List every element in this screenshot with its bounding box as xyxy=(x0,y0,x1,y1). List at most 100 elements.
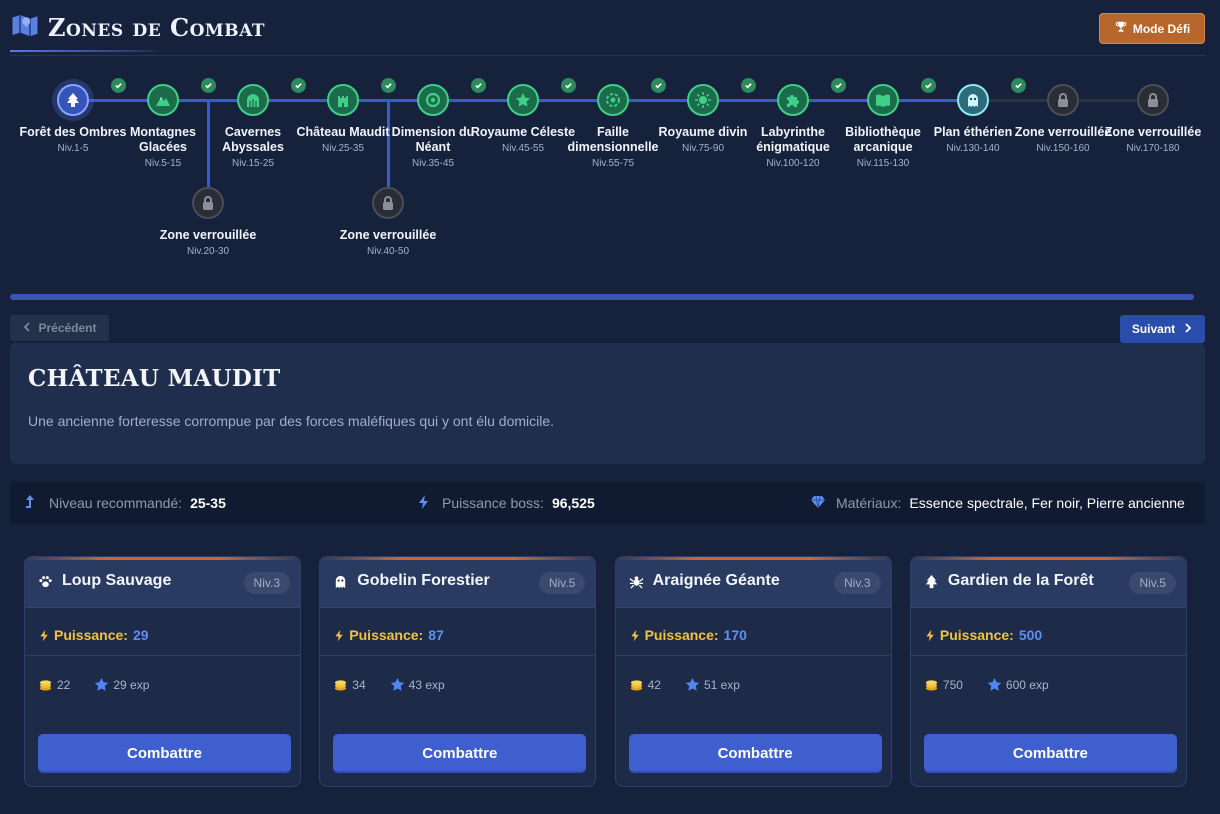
zone-node-10[interactable] xyxy=(957,84,989,116)
zone-node-0[interactable] xyxy=(57,84,89,116)
power-label: Puissance: xyxy=(349,627,424,643)
gold-reward: 22 xyxy=(57,677,71,692)
check-icon xyxy=(920,78,936,93)
level-up-icon xyxy=(23,494,49,513)
gold-reward: 750 xyxy=(942,677,963,692)
power-value: 87 xyxy=(428,627,444,643)
next-button[interactable]: Suivant xyxy=(1120,315,1205,343)
portal-icon xyxy=(425,92,441,108)
power-label: Puissance: xyxy=(54,627,128,643)
card-accent xyxy=(910,557,1186,560)
gold-reward: 42 xyxy=(647,677,661,692)
check-icon xyxy=(200,78,216,93)
paw-icon xyxy=(38,574,62,589)
zone-node-5[interactable] xyxy=(507,84,539,116)
power-label: Puissance: xyxy=(939,627,1014,643)
star-icon xyxy=(515,92,531,108)
power-value: 500 xyxy=(1018,627,1043,643)
check-icon xyxy=(830,78,846,93)
previous-label: Précédent xyxy=(38,321,97,335)
lock-icon xyxy=(1055,92,1071,108)
fight-button[interactable]: Combattre xyxy=(628,734,882,773)
zone-node-branch-0[interactable] xyxy=(192,187,224,219)
zone-name: Zone verrouillée xyxy=(339,228,437,242)
card-divider xyxy=(615,655,891,656)
monster-card: Araignée Géante Niv.3 Puissance: 170 42 51 ex… xyxy=(614,556,892,787)
exp-reward-wrap: 29 exp xyxy=(94,677,149,692)
zone-node-2[interactable] xyxy=(237,84,269,116)
mode-defi-button[interactable]: Mode Défi xyxy=(1099,13,1205,44)
exp-reward: 51 exp xyxy=(703,677,740,692)
check-icon xyxy=(1010,78,1026,93)
monster-level-badge: Niv.5 xyxy=(538,572,586,594)
bolt-icon xyxy=(924,629,940,642)
chevron-left-icon xyxy=(22,321,32,335)
monster-rewards: 22 29 exp xyxy=(38,677,149,692)
sun-icon xyxy=(695,92,711,108)
coins-icon xyxy=(333,677,352,692)
zone-node-8[interactable] xyxy=(777,84,809,116)
star-icon xyxy=(94,677,113,692)
zone-node-1[interactable] xyxy=(147,84,179,116)
monster-rewards: 34 43 exp xyxy=(333,677,445,692)
exp-reward: 600 exp xyxy=(1005,677,1049,692)
monster-power: Puissance: 500 xyxy=(924,627,1042,643)
monster-level-badge: Niv.3 xyxy=(243,572,290,594)
map-progress-bar xyxy=(10,294,1194,300)
exp-reward-wrap: 51 exp xyxy=(685,677,740,692)
castle-icon xyxy=(335,92,351,108)
zone-node-12[interactable] xyxy=(1137,84,1169,116)
lock-icon xyxy=(200,195,216,211)
monster-card: Loup Sauvage Niv.3 Puissance: 29 22 29 exp Com… xyxy=(24,556,301,787)
previous-button[interactable]: Précédent xyxy=(10,315,109,341)
monster-card-header: Loup Sauvage Niv.3 xyxy=(25,557,300,608)
zone-level: Niv.5-15 xyxy=(144,158,182,169)
monster-rewards: 42 51 exp xyxy=(629,677,740,692)
zone-node-7[interactable] xyxy=(687,84,719,116)
exp-reward-wrap: 600 exp xyxy=(987,677,1049,692)
monster-power: Puissance: 170 xyxy=(629,627,747,643)
gem-icon xyxy=(810,494,836,513)
fight-button[interactable]: Combattre xyxy=(333,734,587,773)
zone-level: Niv.130-140 xyxy=(946,143,1000,154)
mode-defi-label: Mode Défi xyxy=(1132,21,1191,36)
lock-icon xyxy=(380,195,396,211)
check-icon xyxy=(650,78,666,93)
check-icon xyxy=(560,78,576,93)
monster-name: Loup Sauvage xyxy=(62,572,172,589)
zone-node-9[interactable] xyxy=(867,84,899,116)
monster-name-wrap: Loup Sauvage xyxy=(38,572,171,590)
zone-node-6[interactable] xyxy=(597,84,629,116)
map-connector xyxy=(1079,98,1137,102)
monster-card-header: Gardien de la Forêt Niv.5 xyxy=(910,557,1186,608)
monster-name: Araignée Géante xyxy=(652,572,780,589)
zone-node-4[interactable] xyxy=(417,84,449,116)
map-connector xyxy=(539,98,597,102)
monster-power: Puissance: 29 xyxy=(38,627,149,643)
zone-map: Forêt des Ombres Niv.1-5 Montagnes Glacées… xyxy=(0,60,1220,300)
map-connector xyxy=(809,98,867,102)
coins-icon xyxy=(924,677,943,692)
puzzle-icon xyxy=(785,92,801,108)
tree-icon xyxy=(65,92,81,108)
monster-name: Gobelin Forestier xyxy=(357,572,490,589)
fight-button[interactable]: Combattre xyxy=(38,734,291,773)
zone-level: Niv.170-180 xyxy=(1126,143,1180,154)
zone-node-branch-1[interactable] xyxy=(372,187,404,219)
zone-name: Zone verrouillée xyxy=(159,228,257,242)
card-divider xyxy=(320,655,596,656)
check-icon xyxy=(290,78,306,93)
monster-card-header: Araignée Géante Niv.3 xyxy=(615,557,891,608)
mountain-icon xyxy=(155,92,171,108)
monster-rewards: 750 600 exp xyxy=(924,677,1049,692)
zone-node-3[interactable] xyxy=(327,84,359,116)
coins-icon xyxy=(629,677,648,692)
zone-level: Niv.115-130 xyxy=(856,158,910,169)
zone-level: Niv.20-30 xyxy=(186,246,230,257)
header-divider xyxy=(10,55,1205,56)
fight-button[interactable]: Combattre xyxy=(923,734,1177,773)
map-connector xyxy=(449,98,507,102)
map-connector xyxy=(269,98,327,102)
next-label: Suivant xyxy=(1131,322,1176,336)
zone-node-11[interactable] xyxy=(1047,84,1079,116)
